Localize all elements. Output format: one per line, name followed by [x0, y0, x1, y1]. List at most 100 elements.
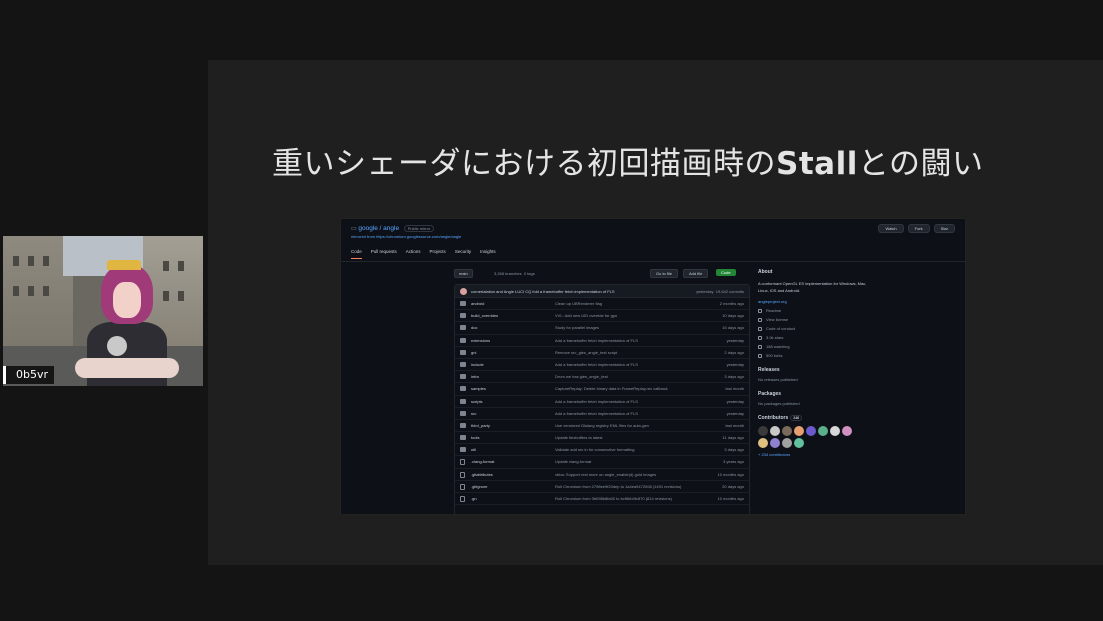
file-commit-message[interactable]: VVL: Add new UID override for gpu: [555, 313, 617, 318]
add-file-button[interactable]: Add file: [683, 269, 709, 278]
tab-security[interactable]: Security: [455, 249, 471, 259]
table-row[interactable]: .gitattributes vbba: Support rest more on…: [455, 469, 749, 481]
file-name[interactable]: android: [471, 301, 484, 306]
file-commit-message[interactable]: Add a framebuffer fetch implementation o…: [555, 399, 638, 404]
tags-link[interactable]: 0 tags: [524, 271, 535, 276]
tab-insights[interactable]: Insights: [480, 249, 496, 259]
table-row[interactable]: extensions Add a framebuffer fetch implem…: [455, 335, 749, 347]
file-name[interactable]: extensions: [471, 338, 490, 343]
table-row[interactable]: gni Remove src_gles_angle_test script 2 da…: [455, 347, 749, 359]
file-name[interactable]: tools: [471, 435, 479, 440]
table-row[interactable]: infra Drum we has gles_angle_test 3 days a…: [455, 371, 749, 384]
file-commit-message[interactable]: Add a framebuffer fetch implementation o…: [555, 362, 638, 367]
table-row[interactable]: include Add a framebuffer fetch implement…: [455, 359, 749, 372]
mirror-link[interactable]: mirrored from https://chromium.googlesou…: [351, 234, 461, 239]
file-name[interactable]: util: [471, 447, 476, 452]
file-date: 10 months ago: [717, 471, 744, 477]
file-commit-message[interactable]: Roll Chromium from 2798ee9f20dep to 1a4e…: [555, 484, 681, 489]
file-commit-message[interactable]: CaptureReplay: Delete binary data in Fra…: [555, 386, 668, 391]
file-name[interactable]: .clang-format: [471, 459, 494, 464]
more-contributors-link[interactable]: + 234 contributors: [758, 452, 958, 457]
tab-actions[interactable]: Actions: [406, 249, 421, 259]
file-commit-message[interactable]: Add a framebuffer fetch implementation o…: [555, 411, 638, 416]
about-item[interactable]: Readme: [758, 308, 958, 313]
about-item[interactable]: 3.0k stars: [758, 335, 958, 340]
table-row[interactable]: tools Update flexbuffers to latest 11 days…: [455, 432, 749, 445]
tab-projects[interactable]: Projects: [430, 249, 446, 259]
file-commit-message[interactable]: Clean up UBRenderer flag: [555, 301, 602, 306]
avatar[interactable]: [758, 438, 768, 448]
branch-select[interactable]: main: [454, 269, 473, 278]
about-item[interactable]: View license: [758, 317, 958, 322]
file-commit-message[interactable]: Use vendored Glslang registry EML files …: [555, 423, 649, 428]
file-commit-message[interactable]: Study for parallel images: [555, 325, 599, 330]
table-row[interactable]: src Add a framebuffer fetch implementatio…: [455, 408, 749, 420]
file-commit-message[interactable]: Roll Chromium from 3bf0f8b8fa00 to bcf6b…: [555, 496, 672, 501]
file-commit-message[interactable]: Remove src_gles_angle_test script: [555, 350, 617, 355]
avatar[interactable]: [794, 438, 804, 448]
about-item[interactable]: 500 forks: [758, 353, 958, 358]
file-commit-message[interactable]: vbba: Support rest more on angle_enable(…: [555, 472, 656, 477]
code-button[interactable]: Code: [716, 269, 736, 276]
file-name[interactable]: scripts: [471, 399, 483, 404]
releases-heading[interactable]: Releases: [758, 367, 958, 373]
tab-code[interactable]: Code: [351, 249, 362, 259]
file-name[interactable]: include: [471, 362, 484, 367]
file-commit-message[interactable]: Update flexbuffers to latest: [555, 435, 603, 440]
branches-link[interactable]: 3,268 branches: [494, 271, 522, 276]
avatar[interactable]: [758, 426, 768, 436]
table-row[interactable]: scripts Add a framebuffer fetch implement…: [455, 396, 749, 408]
commits-link[interactable]: 19,642 commits: [716, 289, 744, 294]
avatar[interactable]: [818, 426, 828, 436]
avatar[interactable]: [782, 426, 792, 436]
file-name[interactable]: third_party: [471, 423, 490, 428]
avatar[interactable]: [806, 426, 816, 436]
contributors-heading[interactable]: Contributors 246: [758, 415, 958, 421]
go-to-file-button[interactable]: Go to file: [650, 269, 679, 278]
file-commit-message[interactable]: Validate add src in for consecutive form…: [555, 447, 635, 452]
avatar[interactable]: [794, 426, 804, 436]
fork-button[interactable]: Fork: [907, 224, 930, 233]
table-row[interactable]: samples CaptureReplay: Delete binary data…: [455, 383, 749, 396]
table-row[interactable]: util Validate add src in for consecutive …: [455, 444, 749, 457]
packages-heading[interactable]: Packages: [758, 391, 958, 397]
file-name[interactable]: infra: [471, 374, 479, 379]
avatar[interactable]: [842, 426, 852, 436]
file-name[interactable]: doc: [471, 325, 477, 330]
about-item[interactable]: Code of conduct: [758, 326, 958, 331]
homepage-link[interactable]: angleproject.org: [758, 299, 958, 304]
table-row[interactable]: build_overrides VVL: Add new UID override…: [455, 310, 749, 323]
file-name[interactable]: .gitignore: [471, 484, 487, 489]
table-row[interactable]: android Clean up UBRenderer flag 2 months …: [455, 298, 749, 311]
avatar[interactable]: [830, 426, 840, 436]
watch-button[interactable]: Watch: [878, 224, 904, 233]
folder-icon: [460, 422, 466, 428]
avatar[interactable]: [770, 426, 780, 436]
table-row[interactable]: third_party Use vendored Glslang registry…: [455, 420, 749, 433]
file-name[interactable]: .gitattributes: [471, 472, 493, 477]
file-commit-message[interactable]: Drum we has gles_angle_test: [555, 374, 608, 379]
repo-owner-link[interactable]: google: [358, 225, 378, 232]
avatar[interactable]: [770, 438, 780, 448]
tab-pull-requests[interactable]: Pull requests: [371, 249, 397, 259]
file-name[interactable]: .gn: [471, 496, 477, 501]
star-button[interactable]: Star: [933, 224, 955, 233]
table-row[interactable]: .gitignore Roll Chromium from 2798ee9f20d…: [455, 481, 749, 493]
file-name[interactable]: src: [471, 411, 476, 416]
file-commit-message[interactable]: Add a framebuffer fetch implementation o…: [555, 338, 638, 343]
code-of-conduct-icon: [758, 326, 762, 331]
about-item[interactable]: 188 watching: [758, 344, 958, 349]
file-commit-message[interactable]: Update clang-format: [555, 459, 591, 464]
folder-icon: [460, 410, 466, 416]
slide-title-suffix: との闘い: [857, 146, 984, 182]
file-name[interactable]: build_overrides: [471, 313, 498, 318]
table-row[interactable]: doc Study for parallel images 15 days ago: [455, 322, 749, 335]
file-name[interactable]: gni: [471, 350, 476, 355]
repo-name-link[interactable]: angle: [383, 225, 399, 232]
file-name[interactable]: samples: [471, 386, 486, 391]
avatar[interactable]: [782, 438, 792, 448]
table-row[interactable]: .gn Roll Chromium from 3bf0f8b8fa00 to bc…: [455, 493, 749, 506]
table-row[interactable]: .clang-format Update clang-format 3 years …: [455, 456, 749, 469]
about-heading: About: [758, 269, 773, 275]
commit-message[interactable]: cornerlalation and Angle LUCI CQ fold a …: [471, 289, 615, 294]
